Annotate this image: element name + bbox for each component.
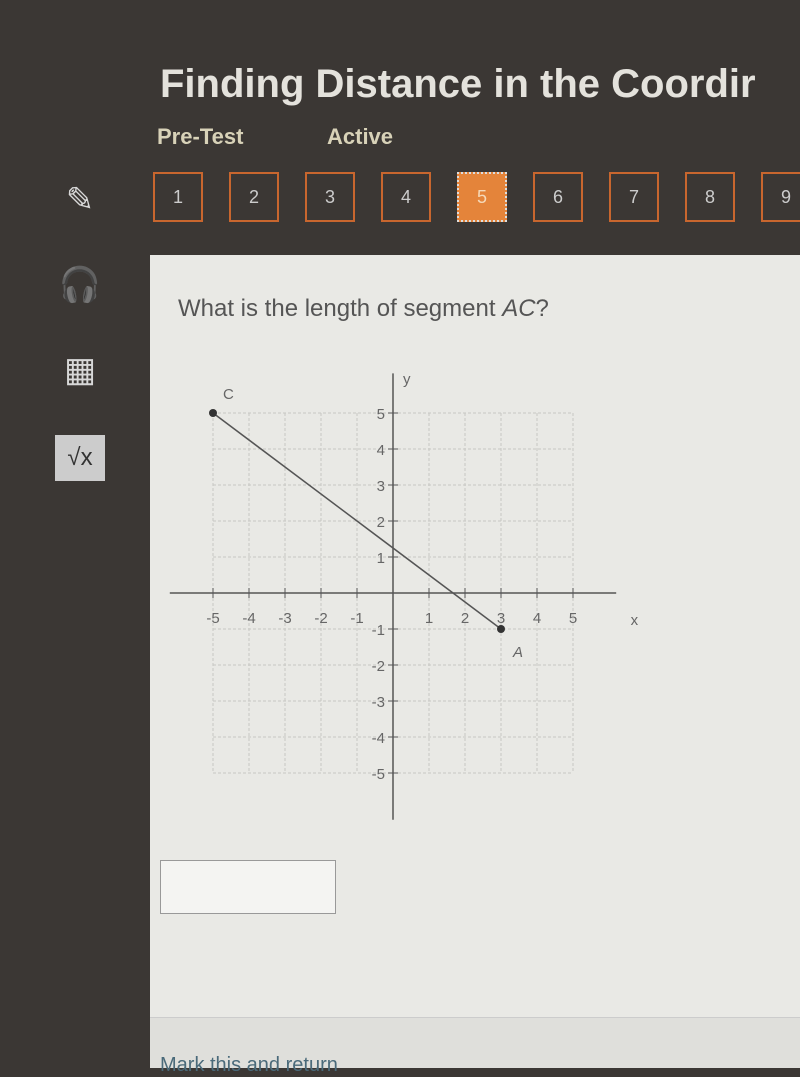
footer: Mark this and return — [150, 1017, 800, 1076]
x-tick-label: -3 — [278, 610, 291, 627]
question-button-4[interactable]: 4 — [381, 172, 431, 222]
tool-sidebar: ✎ 🎧 ▦ √x — [0, 160, 130, 1067]
y-tick-label: -1 — [372, 622, 385, 639]
question-button-3[interactable]: 3 — [305, 172, 355, 222]
coordinate-graph: x y -5 -4 -3 -2 -1 1 2 3 4 5 5 4 3 2 1 -1 -2 -3 -4 -5 C A — [169, 371, 639, 820]
question-button-1[interactable]: 1 — [153, 172, 203, 222]
y-tick-label: -2 — [372, 658, 385, 675]
y-tick-label: 5 — [377, 406, 385, 423]
point-label-c: C — [223, 386, 234, 403]
x-tick-label: -2 — [314, 610, 327, 627]
point-a — [497, 625, 505, 633]
answer-input[interactable] — [160, 860, 336, 914]
question-button-9[interactable]: 9 — [761, 172, 800, 222]
question-navigation: 123456789 — [153, 172, 800, 222]
question-panel: What is the length of segment AC? x y -5 -4… — [150, 255, 800, 1076]
x-tick-label: 2 — [461, 610, 469, 627]
point-c — [209, 409, 217, 417]
x-tick-label: 5 — [569, 610, 577, 627]
lesson-title: Finding Distance in the Coordir — [160, 62, 756, 106]
mark-and-return-link[interactable]: Mark this and return — [160, 1054, 338, 1077]
x-tick-label: -1 — [350, 610, 363, 627]
question-button-8[interactable]: 8 — [685, 172, 735, 222]
question-button-7[interactable]: 7 — [609, 172, 659, 222]
headphones-icon[interactable]: 🎧 — [55, 265, 105, 311]
pencil-icon[interactable]: ✎ — [55, 180, 105, 226]
status-label: Active — [327, 124, 394, 149]
question-button-2[interactable]: 2 — [229, 172, 279, 222]
y-tick-label: -3 — [372, 694, 385, 711]
x-tick-label: 1 — [425, 610, 433, 627]
y-axis-label: y — [403, 371, 411, 388]
x-tick-label: 3 — [497, 610, 505, 627]
y-tick-label: -5 — [372, 766, 385, 783]
x-axis-label: x — [631, 612, 639, 629]
mode-label: Pre-Test — [157, 124, 244, 149]
calculator-icon[interactable]: ▦ — [55, 350, 105, 396]
square-root-icon[interactable]: √x — [55, 435, 105, 481]
point-label-a: A — [512, 644, 523, 661]
y-tick-label: 3 — [377, 478, 385, 495]
x-tick-label: -5 — [206, 610, 219, 627]
x-tick-label: -4 — [242, 610, 255, 627]
y-tick-label: 4 — [377, 442, 385, 459]
question-button-5[interactable]: 5 — [457, 172, 507, 222]
y-tick-label: 2 — [377, 514, 385, 531]
x-tick-label: 4 — [533, 610, 541, 627]
question-button-6[interactable]: 6 — [533, 172, 583, 222]
y-tick-label: -4 — [372, 730, 385, 747]
y-tick-label: 1 — [377, 550, 385, 567]
